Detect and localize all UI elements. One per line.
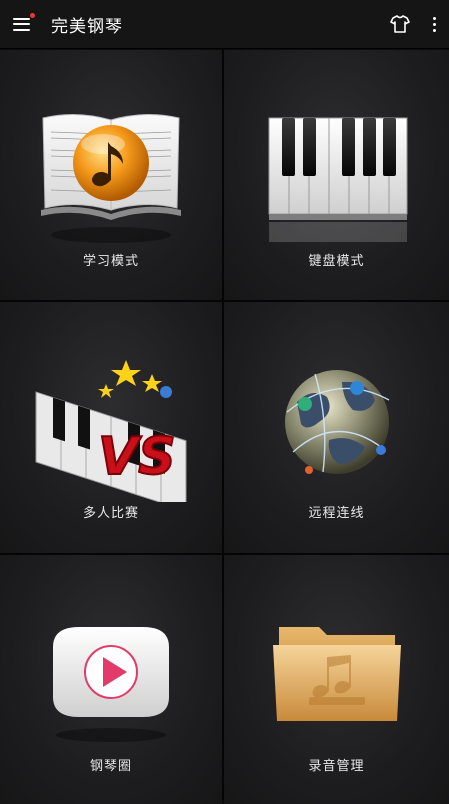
mode-grid: 学习模式 键盘模式 VS 多人比赛 远程连线 钢琴圈 录音管理 xyxy=(0,50,449,804)
notification-dot xyxy=(30,13,35,18)
more-options-button[interactable] xyxy=(423,0,445,48)
tile-label: 录音管理 xyxy=(308,759,365,774)
hamburger-menu-icon xyxy=(12,17,30,31)
more-vertical-icon xyxy=(432,16,436,32)
tshirt-icon xyxy=(390,15,410,33)
tile-piano-circle[interactable]: 钢琴圈 xyxy=(0,555,222,804)
play-video-icon xyxy=(53,627,169,742)
folder-music-icon xyxy=(272,627,401,721)
menu-button[interactable] xyxy=(6,0,36,48)
app-bar: 完美钢琴 xyxy=(0,0,449,48)
tile-recording-manager[interactable]: 录音管理 xyxy=(224,555,449,804)
tile-learning-mode[interactable]: 学习模式 xyxy=(0,50,222,300)
tile-remote-connect[interactable]: 远程连线 xyxy=(224,302,449,553)
svg-text:VS: VS xyxy=(98,427,176,487)
piano-keys-icon xyxy=(268,117,407,242)
music-book-icon xyxy=(41,113,181,243)
globe-network-icon xyxy=(284,370,389,474)
tile-label: 钢琴圈 xyxy=(89,759,132,774)
tile-label: 键盘模式 xyxy=(308,254,365,269)
piano-vs-icon: VS xyxy=(35,360,187,502)
tile-label: 多人比赛 xyxy=(82,506,139,521)
tile-label: 学习模式 xyxy=(82,254,139,269)
theme-button[interactable] xyxy=(385,0,415,48)
app-title: 完美钢琴 xyxy=(51,16,123,37)
tile-keyboard-mode[interactable]: 键盘模式 xyxy=(224,50,449,300)
tile-label: 远程连线 xyxy=(308,506,365,521)
tile-multiplayer[interactable]: VS 多人比赛 xyxy=(0,302,222,553)
